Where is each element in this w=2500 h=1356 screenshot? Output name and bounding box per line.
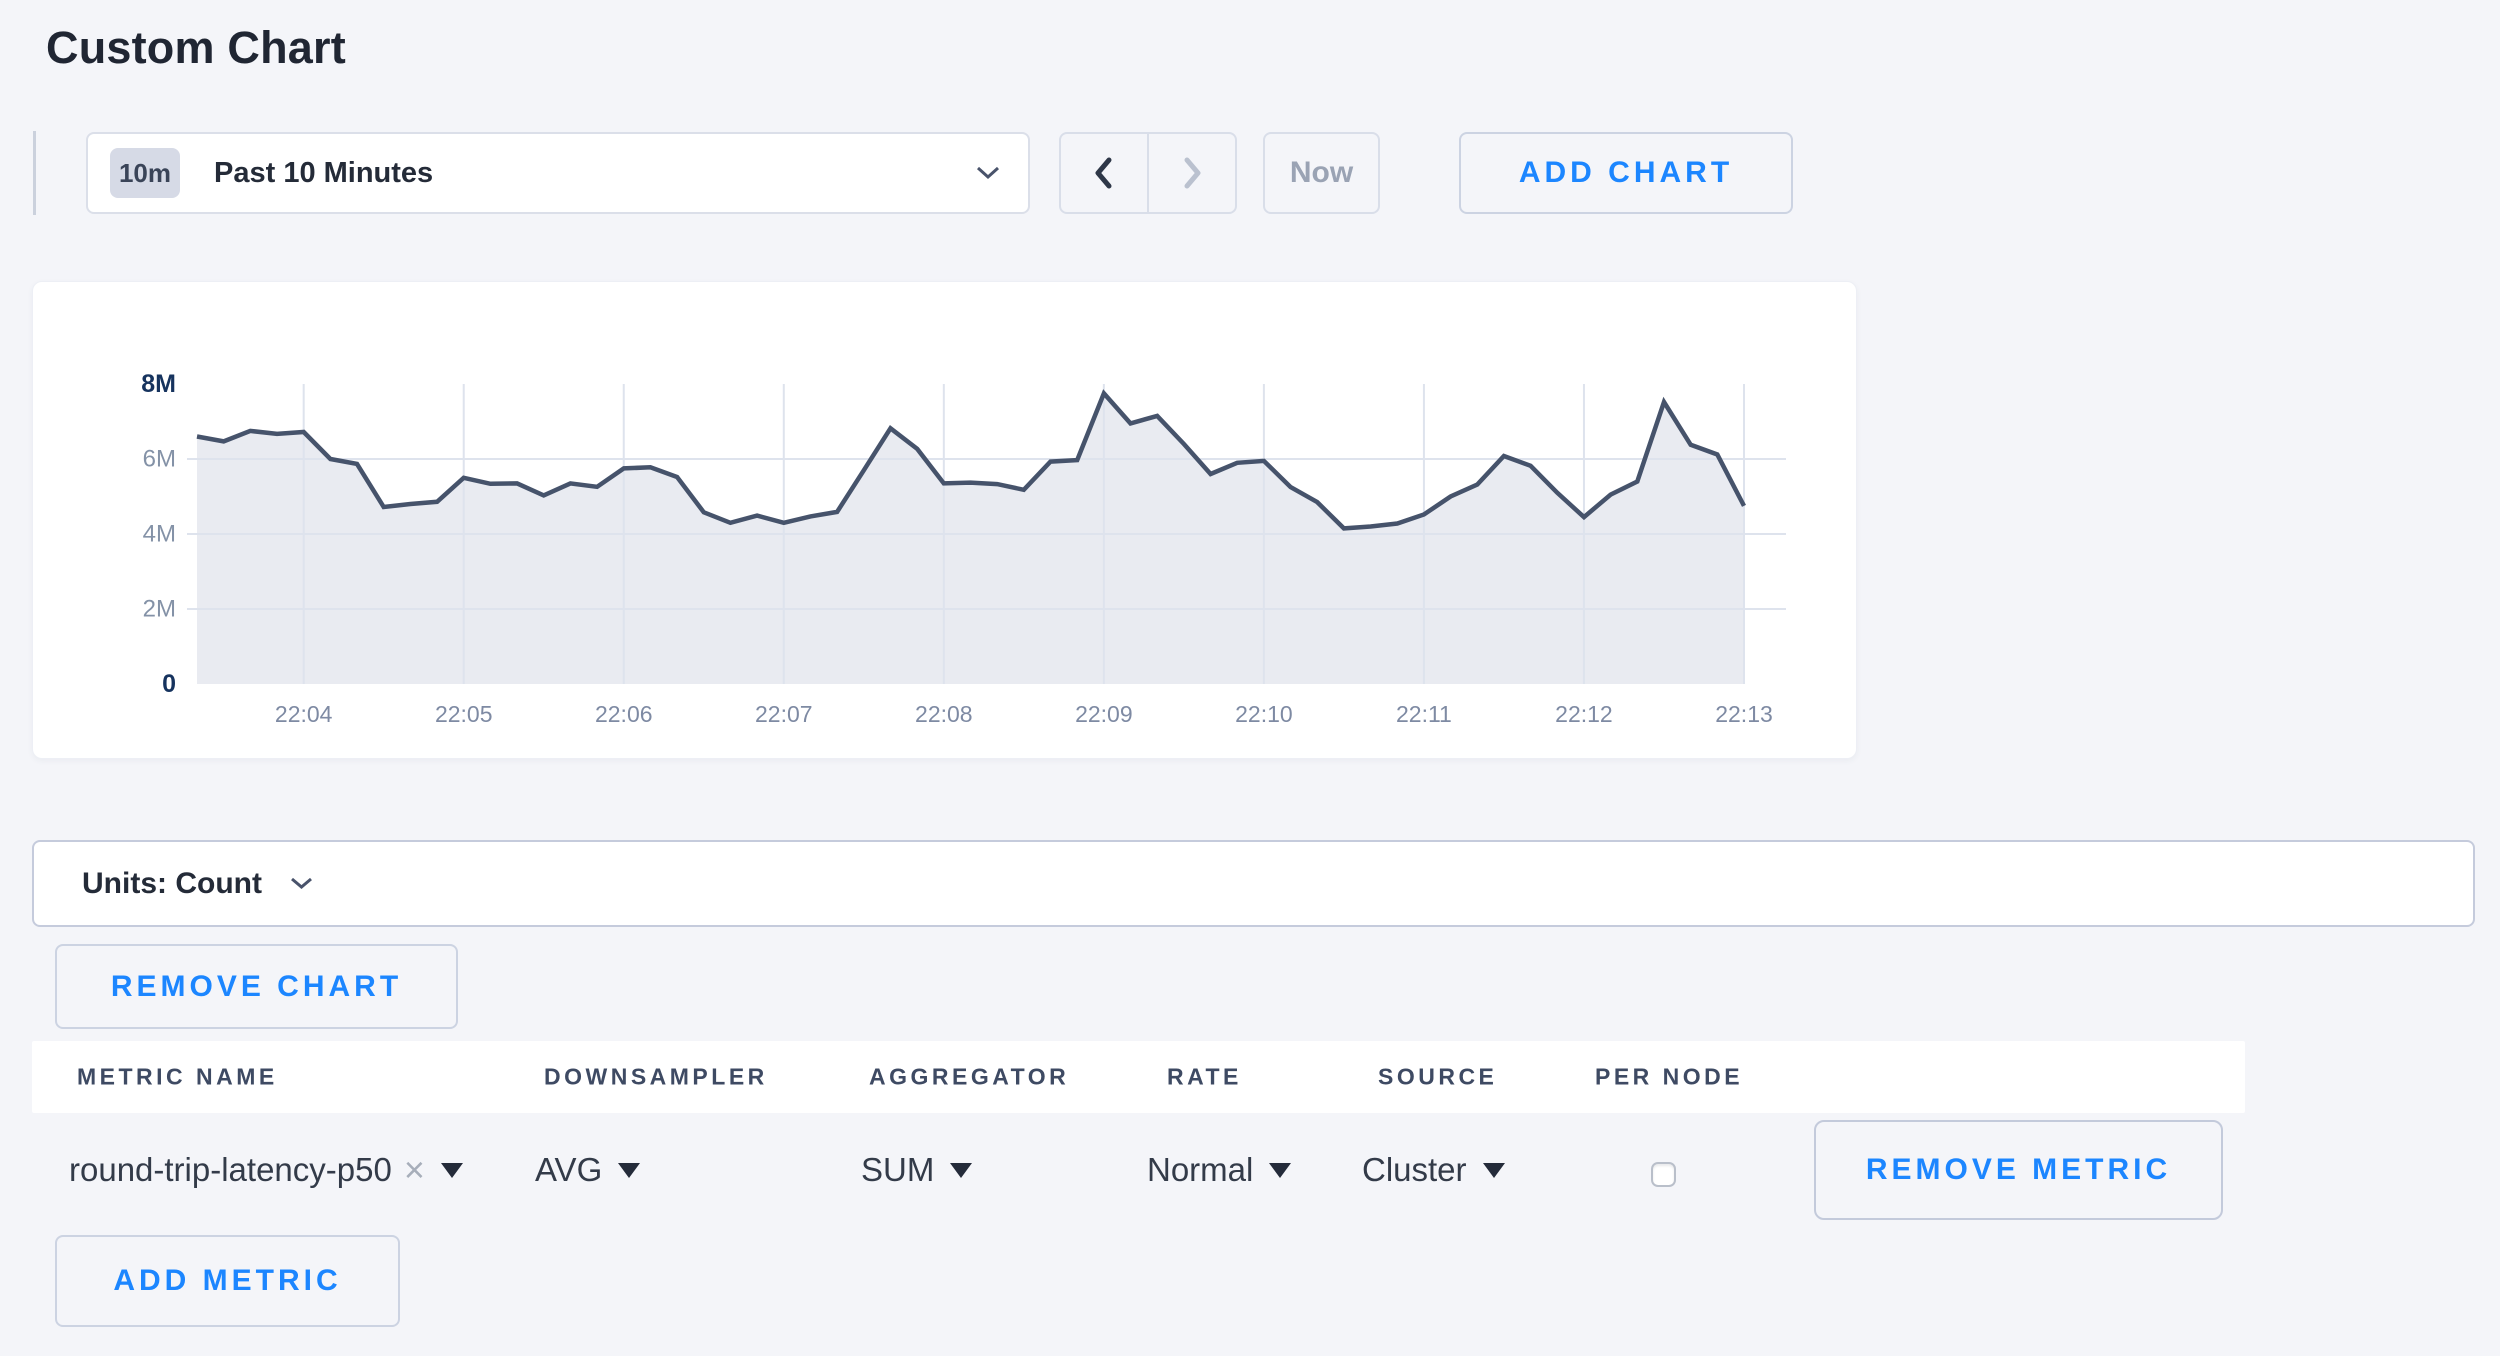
column-header-downsampler: DOWNSAMPLER	[544, 1064, 768, 1091]
chart-canvas: 22:04 22:05 22:06 22:07 22:08 22:09 22:10 22:11…	[33, 282, 1856, 758]
chevron-down-icon	[976, 166, 1000, 180]
caret-down-icon	[618, 1163, 640, 1178]
svg-text:22:05: 22:05	[435, 701, 493, 727]
column-header-source: SOURCE	[1378, 1064, 1497, 1091]
per-node-checkbox[interactable]	[1651, 1162, 1676, 1187]
chevron-left-icon	[1090, 155, 1118, 191]
close-icon[interactable]: ×	[404, 1152, 425, 1188]
downsampler-value: AVG	[535, 1151, 602, 1189]
svg-text:22:08: 22:08	[915, 701, 973, 727]
svg-text:22:13: 22:13	[1715, 701, 1773, 727]
source-value: Cluster	[1362, 1151, 1467, 1189]
page-title: Custom Chart	[46, 22, 346, 74]
metric-name-select[interactable]: round-trip-latency-p50 ×	[69, 1146, 463, 1194]
add-metric-button[interactable]: ADD METRIC	[55, 1235, 400, 1327]
svg-text:22:04: 22:04	[275, 701, 333, 727]
column-header-aggregator: AGGREGATOR	[869, 1064, 1069, 1091]
caret-down-icon	[1483, 1163, 1505, 1178]
chevron-down-icon	[290, 877, 313, 890]
chevron-right-icon	[1178, 155, 1206, 191]
aggregator-value: SUM	[861, 1151, 934, 1189]
svg-text:22:09: 22:09	[1075, 701, 1133, 727]
svg-text:22:12: 22:12	[1555, 701, 1613, 727]
remove-chart-button[interactable]: REMOVE CHART	[55, 944, 458, 1029]
custom-chart-page: { "page": { "title": "Custom Chart" }, "…	[0, 0, 2500, 1356]
svg-text:22:11: 22:11	[1396, 701, 1452, 727]
svg-text:22:07: 22:07	[755, 701, 813, 727]
time-range-select[interactable]: 10m Past 10 Minutes	[86, 132, 1030, 214]
prev-time-button[interactable]	[1061, 134, 1147, 212]
column-header-rate: RATE	[1167, 1064, 1242, 1091]
source-select[interactable]: Cluster	[1362, 1146, 1505, 1194]
caret-down-icon	[1269, 1163, 1291, 1178]
svg-text:4M: 4M	[143, 521, 176, 548]
toolbar-divider	[33, 131, 36, 215]
svg-text:22:10: 22:10	[1235, 701, 1293, 727]
svg-text:22:06: 22:06	[595, 701, 653, 727]
svg-text:6M: 6M	[143, 446, 176, 473]
remove-metric-button[interactable]: REMOVE METRIC	[1814, 1120, 2223, 1220]
downsampler-select[interactable]: AVG	[535, 1146, 640, 1194]
now-button[interactable]: Now	[1263, 132, 1380, 214]
caret-down-icon	[441, 1163, 463, 1178]
time-pager	[1059, 132, 1237, 214]
column-header-per-node: PER NODE	[1595, 1064, 1743, 1091]
svg-text:0: 0	[162, 670, 176, 698]
svg-text:2M: 2M	[143, 596, 176, 623]
chart-card: 22:04 22:05 22:06 22:07 22:08 22:09 22:10 22:11…	[32, 281, 1857, 759]
rate-value: Normal	[1147, 1151, 1253, 1189]
units-label: Units: Count	[82, 867, 262, 901]
column-header-metric-name: METRIC NAME	[77, 1064, 278, 1091]
next-time-button[interactable]	[1149, 134, 1235, 212]
rate-select[interactable]: Normal	[1147, 1146, 1291, 1194]
time-range-label: Past 10 Minutes	[214, 157, 976, 190]
aggregator-select[interactable]: SUM	[861, 1146, 972, 1194]
metric-name-value: round-trip-latency-p50	[69, 1151, 392, 1189]
add-chart-button[interactable]: ADD CHART	[1459, 132, 1793, 214]
time-window-badge: 10m	[110, 148, 180, 198]
svg-text:8M: 8M	[141, 370, 176, 398]
caret-down-icon	[950, 1163, 972, 1178]
metrics-table-header: METRIC NAME DOWNSAMPLER AGGREGATOR RATE …	[32, 1041, 2245, 1113]
units-select[interactable]: Units: Count	[32, 840, 2475, 927]
